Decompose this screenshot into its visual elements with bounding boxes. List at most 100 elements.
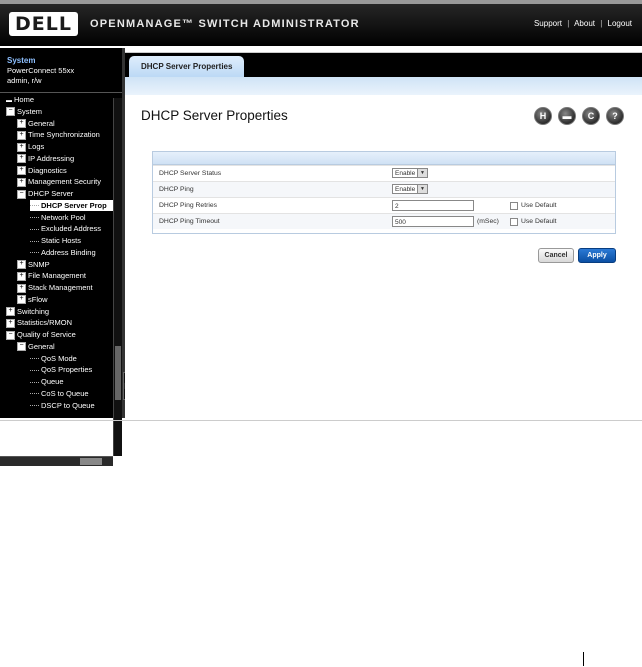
about-link[interactable]: About [574,19,595,28]
tree-connector [30,252,39,254]
tree-item[interactable]: − DHCP Server [17,188,73,199]
tree-item[interactable]: DHCP Server Prop [30,199,114,211]
expand-icon[interactable]: + [17,283,26,293]
ping-retries-row: DHCP Ping Retries 2 Use Default [153,197,615,213]
expand-icon[interactable]: + [17,119,26,129]
scrollbar-thumb[interactable] [115,346,121,400]
tree-connector [30,240,39,242]
apply-button[interactable]: Apply [578,248,616,263]
collapse-icon[interactable]: − [6,107,15,117]
expand-icon[interactable]: + [17,166,26,176]
ping-retries-input[interactable]: 2 [392,200,474,211]
tree-item[interactable]: CoS to Queue [30,388,89,399]
tree-item[interactable]: + Stack Management [17,282,93,293]
tree-item[interactable]: ▬ Home [6,94,34,105]
page-margin-mark [583,652,584,666]
tree-item-label: sFlow [28,294,48,304]
expand-icon[interactable]: + [17,154,26,164]
refresh-icon[interactable]: C [582,107,600,125]
left-nav-panel: System PowerConnect 55xx admin, r/w ▬ Hom… [0,48,125,466]
scrollbar-thumb[interactable] [80,458,102,465]
tree-item-label: File Management [28,271,86,281]
collapse-icon[interactable]: − [17,342,26,352]
ping-timeout-row: DHCP Ping Timeout 500 (mSec) Use Default [153,213,615,229]
system-user: admin, r/w [7,76,42,85]
tree-item-label: Quality of Service [17,330,76,339]
expand-icon[interactable]: + [17,142,26,152]
tree-item-label: Statistics/RMON [17,318,73,328]
chevron-down-icon: ▼ [417,185,427,193]
ping-label: DHCP Ping [159,186,194,193]
tree-item[interactable]: + IP Addressing [17,153,74,164]
ping-select[interactable]: Enable ▼ [392,184,428,194]
nav-tree: ▬ Home − System + General + Time Synchronizatio… [0,94,114,454]
save-icon[interactable]: H [534,107,552,125]
print-icon[interactable]: ▬ [558,107,576,125]
expand-icon[interactable]: + [17,271,26,281]
tree-connector [30,358,39,360]
home-icon: ▬ [6,98,12,104]
form-header [153,152,615,165]
tree-item-label: General [28,118,55,128]
server-status-select[interactable]: Enable ▼ [392,168,428,178]
expand-icon[interactable]: + [17,130,26,140]
ping-row: DHCP Ping Enable ▼ [153,181,615,197]
tree-item[interactable]: + Logs [17,141,44,152]
tree-item[interactable]: + Statistics/RMON [6,317,72,328]
tree-item[interactable]: + Diagnostics [17,165,67,176]
ping-timeout-input[interactable]: 500 [392,216,474,227]
tree-item[interactable]: DSCP to Queue [30,400,95,411]
tab-dhcp-server-properties[interactable]: DHCP Server Properties [129,56,245,77]
expand-icon[interactable]: + [6,307,15,317]
tree-item[interactable]: + SNMP [17,259,50,270]
ping-retries-label: DHCP Ping Retries [159,202,218,209]
chevron-down-icon: ▼ [417,169,427,177]
server-status-label: DHCP Server Status [159,170,222,177]
app-title: OPENMANAGE™ SWITCH ADMINISTRATOR [90,18,360,30]
support-link[interactable]: Support [534,19,562,28]
tree-item-label: IP Addressing [28,153,75,163]
nav-vertical-scrollbar[interactable] [113,98,122,456]
tree-item[interactable]: + sFlow [17,294,48,305]
dhcp-properties-form: DHCP Server Status Enable ▼ DHCP Ping En… [152,151,616,234]
ping-retries-use-default-checkbox[interactable] [510,202,518,210]
tree-item[interactable]: + Switching [6,306,49,317]
tree-item-label: Home [14,95,35,104]
tree-item[interactable]: Static Hosts [30,235,81,246]
tree-item[interactable]: − System [6,106,42,117]
tree-item[interactable]: − Quality of Service [6,329,76,340]
tree-item-label: Excluded Address [41,224,102,234]
server-status-value: Enable [395,170,416,177]
tree-item[interactable]: + Management Security [17,176,101,187]
tree-item[interactable]: Address Binding [30,247,96,258]
nav-horizontal-scrollbar[interactable] [0,456,113,466]
system-info: System PowerConnect 55xx admin, r/w [0,52,122,93]
tree-connector [30,228,39,230]
collapse-icon[interactable]: − [17,189,26,199]
page-divider [0,420,642,421]
tree-item[interactable]: + Time Synchronization [17,129,100,140]
logout-link[interactable]: Logout [608,19,632,28]
collapse-icon[interactable]: − [6,330,15,340]
tree-item-label: Address Binding [41,247,96,257]
tree-item[interactable]: QoS Mode [30,353,77,364]
expand-icon[interactable]: + [6,318,15,328]
tree-item[interactable]: Network Pool [30,212,86,223]
ping-timeout-use-default-checkbox[interactable] [510,218,518,226]
tree-item[interactable]: + File Management [17,270,86,281]
use-default-label: Use Default [521,218,557,225]
tree-item-label: Network Pool [41,212,86,222]
tree-item[interactable]: + General [17,118,55,129]
tree-item[interactable]: Queue [30,376,64,387]
expand-icon[interactable]: + [17,295,26,305]
help-icon[interactable]: ? [606,107,624,125]
tree-item-label: QoS Mode [41,353,77,363]
tree-item[interactable]: QoS Properties [30,364,92,375]
expand-icon[interactable]: + [17,177,26,187]
page-title: DHCP Server Properties [141,108,288,123]
tab-bar: DHCP Server Properties [125,53,642,77]
cancel-button[interactable]: Cancel [538,248,574,263]
tree-item[interactable]: Excluded Address [30,223,101,234]
tree-item[interactable]: − General [17,341,55,352]
expand-icon[interactable]: + [17,260,26,270]
